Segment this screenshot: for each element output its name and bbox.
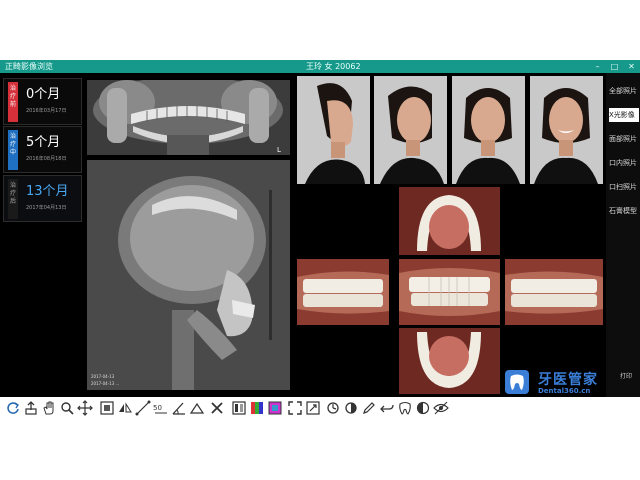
date-label: 2017年04月13日 bbox=[26, 205, 67, 211]
minimize-icon[interactable]: – bbox=[593, 60, 602, 73]
date-label: 2016年03月17日 bbox=[26, 108, 67, 114]
facial-photo-three-quarter-image bbox=[374, 76, 447, 184]
watermark: 牙医管家 Dental360.cn bbox=[505, 369, 605, 397]
color-icon[interactable] bbox=[249, 400, 265, 416]
ruler-icon[interactable]: 50 bbox=[153, 400, 169, 416]
months-label: 13个月 bbox=[26, 184, 69, 199]
watermark-url: Dental360.cn bbox=[538, 387, 591, 395]
photo-category-sidebar: 全部照片 X光影像 面部照片 口内照片 口扫照片 石膏模型 bbox=[606, 73, 640, 397]
intraoral-left-buccal-image bbox=[505, 259, 603, 325]
months-label: 5个月 bbox=[26, 135, 61, 150]
undo-icon[interactable] bbox=[379, 400, 395, 416]
timeline-card-1[interactable]: 治疗中 5个月 2016年08月18日 bbox=[3, 126, 82, 173]
app-title: 正畸影像浏览 bbox=[5, 62, 53, 71]
restore-icon[interactable]: □ bbox=[610, 60, 619, 73]
upload-icon[interactable] bbox=[23, 400, 39, 416]
svg-text:L: L bbox=[277, 146, 281, 154]
stage-tag: 治疗前 bbox=[8, 82, 18, 122]
magnify-icon[interactable] bbox=[59, 400, 75, 416]
stage-tag: 治疗后 bbox=[8, 179, 18, 219]
tooth-icon[interactable] bbox=[397, 400, 413, 416]
title-bar: 正畸影像浏览 王玲 女 20062 – □ ✕ bbox=[0, 60, 640, 73]
image-toolbar: 50 bbox=[0, 397, 640, 419]
rotate-icon[interactable] bbox=[5, 400, 21, 416]
flip-icon[interactable] bbox=[117, 400, 133, 416]
stage-tag: 治疗中 bbox=[8, 130, 18, 170]
reset-icon[interactable] bbox=[325, 400, 341, 416]
workspace: 治疗前 0个月 2016年03月17日 治疗中 5个月 2016年08月18日 … bbox=[0, 73, 640, 397]
hand-icon[interactable] bbox=[41, 400, 57, 416]
months-label: 0个月 bbox=[26, 87, 61, 102]
intraoral-right-buccal[interactable] bbox=[297, 259, 389, 325]
facial-photo-profile[interactable] bbox=[297, 76, 370, 184]
palette-icon[interactable] bbox=[267, 400, 283, 416]
intraoral-left-buccal[interactable] bbox=[505, 259, 603, 325]
brightness-icon[interactable] bbox=[343, 400, 359, 416]
svg-text:50: 50 bbox=[153, 404, 162, 412]
facial-photo-smile-image bbox=[530, 76, 603, 184]
intraoral-upper-occlusal[interactable] bbox=[399, 187, 500, 255]
facial-photo-frontal-image bbox=[452, 76, 525, 184]
sidebar-item-xray[interactable]: X光影像 bbox=[609, 108, 639, 122]
delete-icon[interactable] bbox=[209, 400, 225, 416]
sidebar-item-model[interactable]: 石膏模型 bbox=[609, 204, 639, 218]
fullscreen-icon[interactable] bbox=[287, 400, 303, 416]
facial-photo-smile[interactable] bbox=[530, 76, 603, 184]
cephalometric-xray[interactable]: 2017-04-13 2017-04-13 ... bbox=[87, 160, 290, 390]
move-icon[interactable] bbox=[77, 400, 93, 416]
date-label: 2016年08月18日 bbox=[26, 156, 67, 162]
timeline-card-2[interactable]: 治疗后 13个月 2017年04月13日 bbox=[3, 175, 82, 222]
intraoral-lower-occlusal[interactable] bbox=[399, 328, 500, 394]
watermark-text: 牙医管家 bbox=[538, 372, 598, 388]
intraoral-upper-occlusal-image bbox=[399, 187, 500, 255]
measure-icon[interactable] bbox=[135, 400, 151, 416]
crop-icon[interactable] bbox=[99, 400, 115, 416]
facial-photo-frontal[interactable] bbox=[452, 76, 525, 184]
sidebar-item-scan[interactable]: 口扫照片 bbox=[609, 180, 639, 194]
print-label[interactable]: 打印 bbox=[620, 371, 632, 380]
panoramic-xray-image: L bbox=[87, 80, 290, 155]
compare-icon[interactable] bbox=[231, 400, 247, 416]
intraoral-frontal[interactable] bbox=[399, 259, 500, 325]
sidebar-item-all-photos[interactable]: 全部照片 bbox=[609, 84, 639, 98]
facial-photo-three-quarter[interactable] bbox=[374, 76, 447, 184]
cephalometric-xray-image: 2017-04-13 2017-04-13 ... bbox=[87, 160, 290, 390]
ceph-caption-1: 2017-04-13 bbox=[91, 374, 115, 379]
intraoral-right-buccal-image bbox=[297, 259, 389, 325]
sidebar-item-facial[interactable]: 面部照片 bbox=[609, 132, 639, 146]
window-controls: – □ ✕ bbox=[593, 60, 636, 73]
patient-info: 王玲 女 20062 bbox=[306, 62, 361, 71]
eye-icon[interactable] bbox=[433, 400, 449, 416]
tooth-logo-icon bbox=[505, 370, 529, 394]
facial-photo-profile-image bbox=[297, 76, 370, 184]
contrast-icon[interactable] bbox=[415, 400, 431, 416]
angle-icon[interactable] bbox=[171, 400, 187, 416]
panoramic-xray[interactable]: L bbox=[87, 80, 290, 155]
close-icon[interactable]: ✕ bbox=[627, 60, 636, 73]
pen-icon[interactable] bbox=[361, 400, 377, 416]
sidebar-item-intraoral[interactable]: 口内照片 bbox=[609, 156, 639, 170]
ceph-caption-2: 2017-04-13 ... bbox=[91, 381, 119, 386]
resize-icon[interactable] bbox=[305, 400, 321, 416]
protractor-icon[interactable] bbox=[189, 400, 205, 416]
intraoral-frontal-image bbox=[399, 259, 500, 325]
timeline-card-0[interactable]: 治疗前 0个月 2016年03月17日 bbox=[3, 78, 82, 125]
intraoral-lower-occlusal-image bbox=[399, 328, 500, 394]
orthodontic-image-viewer: 正畸影像浏览 王玲 女 20062 – □ ✕ 治疗前 0个月 2016年03月… bbox=[0, 0, 640, 480]
